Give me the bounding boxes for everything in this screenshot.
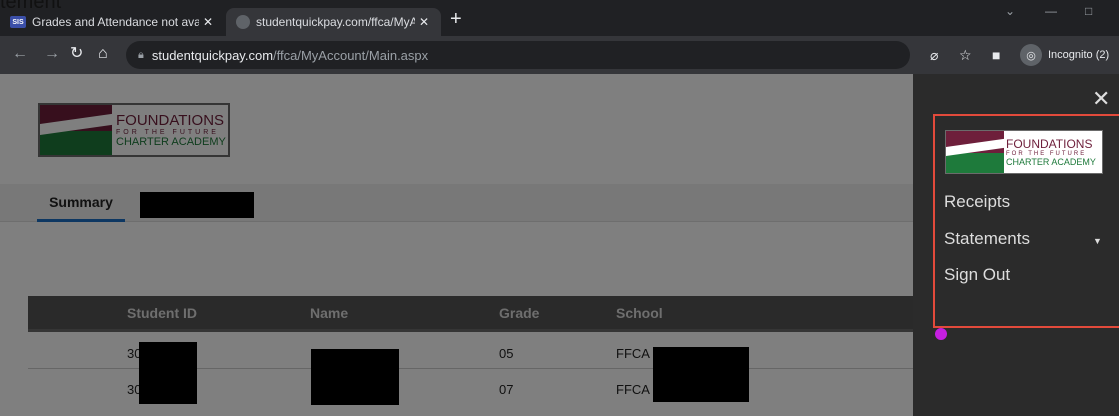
eye-slash-icon[interactable]: ⌀ [930, 46, 938, 64]
chevron-down-icon[interactable]: ▼ [1093, 236, 1102, 246]
lock-icon: 🔒︎ [138, 48, 144, 61]
logo-line1: FOUNDATIONS [1006, 137, 1093, 151]
menu-school-logo[interactable]: FOUNDATIONS FOR THE FUTURE CHARTER ACADE… [945, 130, 1103, 174]
cursor-marker [935, 328, 947, 340]
globe-icon [236, 15, 250, 29]
star-icon[interactable]: ☆ [959, 46, 972, 64]
tab-close-icon[interactable]: ✕ [199, 15, 217, 29]
highlight-frame: FOUNDATIONS FOR THE FUTURE CHARTER ACADE… [933, 114, 1119, 328]
tab-close-icon[interactable]: ✕ [415, 15, 433, 29]
url-omnibox[interactable]: 🔒︎ studentquickpay.com/ffca/MyAccount/Ma… [126, 41, 910, 69]
tab-title: Grades and Attendance not avai [32, 15, 199, 29]
url-host: studentquickpay.com [151, 47, 274, 63]
home-icon[interactable]: ⌂ [98, 45, 108, 63]
url-path: /ffca/MyAccount/Main.aspx [273, 47, 429, 63]
logo-line3: CHARTER ACADEMY [1006, 157, 1096, 167]
back-arrow-icon[interactable]: ← [12, 45, 28, 63]
logo-text: FOUNDATIONS FOR THE FUTURE CHARTER ACADE… [1004, 131, 1096, 173]
menu-item-receipts[interactable]: Receipts [944, 192, 1010, 212]
sis-favicon: SIS [10, 16, 26, 28]
side-menu-panel: ✕ FOUNDATIONS FOR THE FUTURE CHARTER ACA… [913, 74, 1119, 416]
tab-grades-attendance[interactable]: SIS Grades and Attendance not avai ✕ [0, 8, 225, 36]
close-icon[interactable]: ✕ [1092, 88, 1110, 110]
forward-arrow-icon[interactable]: → [44, 45, 60, 63]
browser-tabbar: tement SIS Grades and Attendance not ava… [0, 0, 1119, 36]
tab-title: studentquickpay.com/ffca/MyAc [256, 15, 415, 29]
page-dim-overlay[interactable] [0, 74, 913, 416]
tab-studentquickpay[interactable]: studentquickpay.com/ffca/MyAc ✕ [226, 8, 441, 36]
minimize-icon[interactable]: — [1045, 4, 1057, 18]
restore-icon[interactable]: □ [1085, 4, 1092, 18]
screen: tement SIS Grades and Attendance not ava… [0, 0, 1119, 416]
menu-item-statements[interactable]: Statements [944, 229, 1030, 249]
incognito-icon: ◎ [1020, 44, 1042, 66]
tab-search-chevron-icon[interactable]: ⌄ [1005, 4, 1015, 18]
sidepanel-icon[interactable]: ■ [992, 46, 1000, 64]
logo-graphic [946, 131, 1004, 173]
incognito-label: Incognito (2) [1048, 49, 1110, 61]
menu-item-sign-out[interactable]: Sign Out [944, 265, 1010, 285]
address-bar-row: ← → ↻ ⌂ 🔒︎ studentquickpay.com/ffca/MyAc… [0, 36, 1119, 74]
incognito-profile-button[interactable]: ◎ Incognito (2) [1020, 44, 1109, 66]
new-tab-button[interactable]: + [450, 9, 462, 29]
reload-icon[interactable]: ↻ [70, 45, 83, 63]
